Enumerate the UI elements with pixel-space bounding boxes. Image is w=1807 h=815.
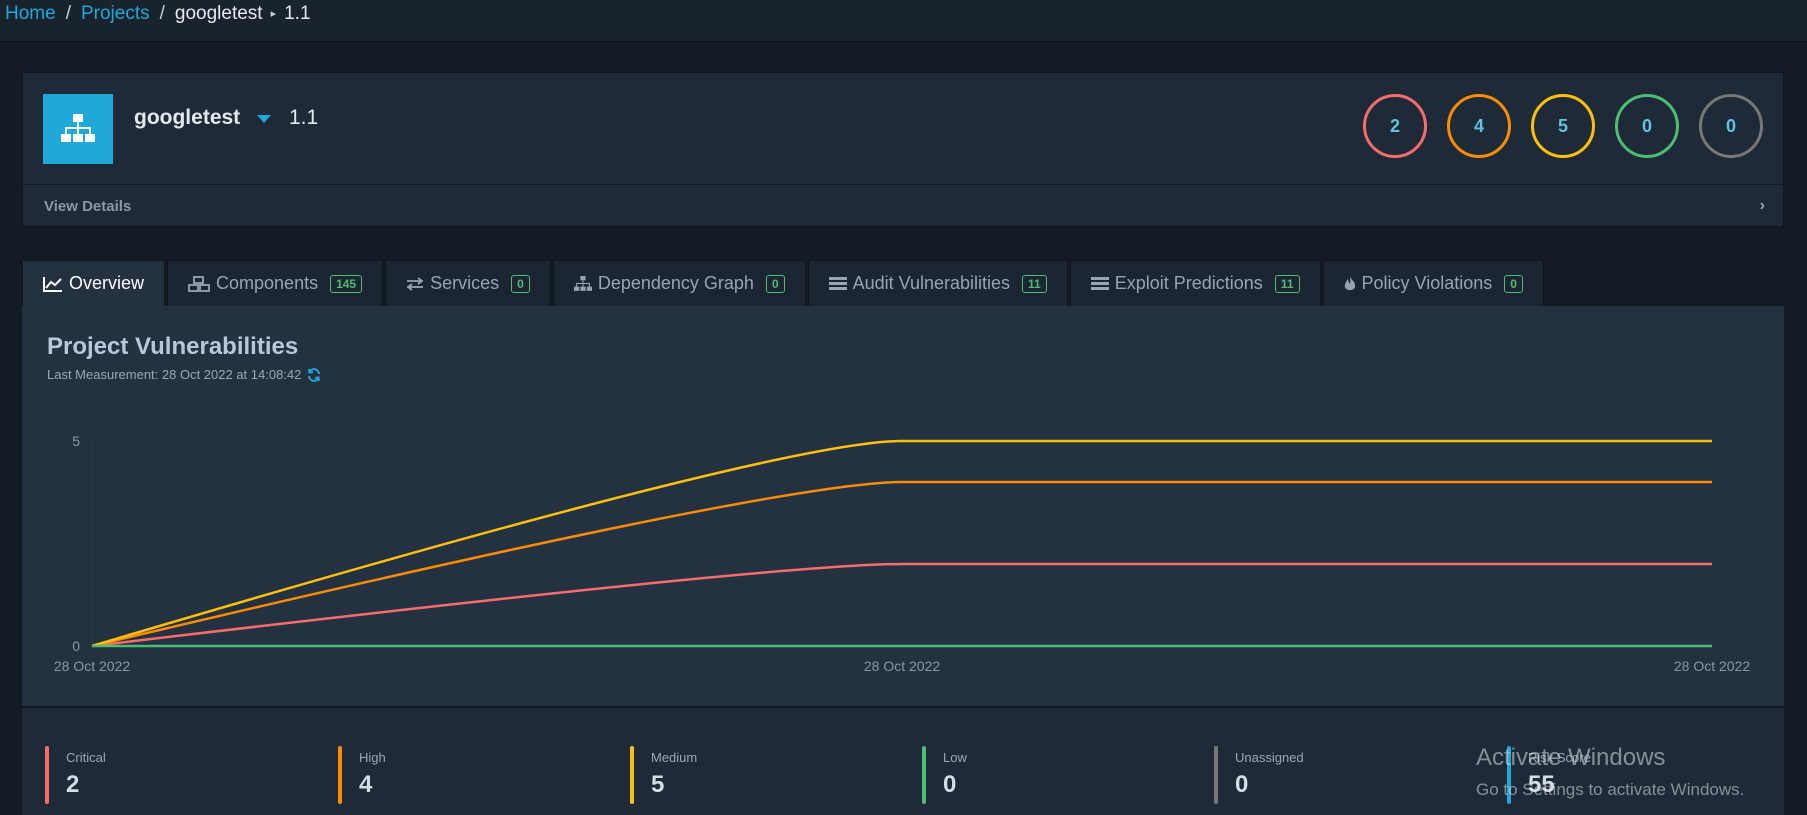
x-tick-label: 28 Oct 2022 [1674, 658, 1750, 674]
watermark-subtitle: Go to Settings to activate Windows. [1476, 780, 1745, 799]
watermark-title: Activate Windows [1476, 744, 1666, 771]
tab-label: Services [430, 273, 500, 293]
version-dropdown-caret-icon[interactable] [257, 115, 271, 123]
stat-label: Medium [651, 750, 698, 765]
stat-value: 5 [651, 771, 665, 798]
view-details-label: View Details [44, 197, 132, 215]
stat-label: Critical [66, 750, 106, 765]
tab-exploit-predictions[interactable]: Exploit Predictions 11 [1069, 260, 1321, 306]
tab-badge: 11 [1022, 274, 1047, 293]
breadcrumb: Home / Projects / googletest ▸ 1.1 [0, 0, 1807, 42]
tab-policy-violations[interactable]: Policy Violations 0 [1322, 260, 1544, 306]
stat-label: Low [943, 750, 967, 765]
unassigned-count-circle: 0 [1699, 94, 1763, 158]
breadcrumb-projects-link[interactable]: Projects [81, 3, 150, 25]
project-version[interactable]: 1.1 [289, 106, 318, 130]
tab-badge: 0 [511, 274, 530, 293]
series-line-critical [91, 562, 1712, 648]
x-tick-label: 28 Oct 2022 [54, 658, 130, 674]
windows-activation-watermark: Activate Windows Go to Settings to activ… [1476, 744, 1744, 800]
tasks-icon [1090, 276, 1109, 290]
stat-label: Unassigned [1235, 750, 1304, 765]
tab-label: Components [216, 273, 319, 293]
series-line-medium [91, 439, 1712, 648]
tab-label: Audit Vulnerabilities [852, 273, 1011, 293]
tab-label: Overview [69, 273, 145, 293]
critical-count-circle: 2 [1363, 94, 1427, 158]
tab-label: Dependency Graph [597, 273, 754, 293]
stat-color-bar [338, 746, 342, 804]
vulnerability-chart: 0 5 28 Oct 2022 28 Oct 2022 28 Oct 2022 [54, 433, 1750, 674]
tab-dependency-graph[interactable]: Dependency Graph 0 [552, 260, 806, 306]
chevron-right-icon: › [1759, 197, 1765, 214]
exchange-icon [406, 276, 424, 291]
sitemap-icon [43, 94, 113, 164]
project-name: googletest [134, 106, 241, 129]
x-tick-label: 28 Oct 2022 [864, 658, 940, 674]
stat-unassigned: Unassigned 0 [1214, 746, 1304, 804]
breadcrumb-version: 1.1 [284, 2, 311, 24]
y-tick-label: 0 [72, 638, 80, 654]
breadcrumb-project: googletest [174, 2, 263, 24]
stat-value: 4 [359, 771, 373, 798]
project-tabs: Overview Components 145 Services 0 Depen… [22, 260, 1546, 306]
breadcrumb-arrow-icon: ▸ [270, 8, 277, 20]
tab-badge: 0 [765, 274, 785, 293]
cubes-icon [188, 275, 210, 292]
tab-label: Exploit Predictions [1114, 273, 1263, 293]
tab-audit-vulnerabilities[interactable]: Audit Vulnerabilities 11 [807, 260, 1068, 306]
sitemap-icon [573, 275, 592, 291]
tab-components[interactable]: Components 145 [167, 260, 384, 306]
breadcrumb-separator: / [65, 2, 71, 24]
overview-panel: Project Vulnerabilities Last Measurement… [22, 306, 1784, 706]
stat-high: High 4 [338, 746, 386, 804]
medium-count-circle: 5 [1531, 94, 1595, 158]
stat-color-bar [45, 746, 49, 804]
low-count-circle: 0 [1615, 94, 1679, 158]
stat-low: Low 0 [922, 746, 967, 804]
stat-medium: Medium 5 [630, 746, 697, 804]
stat-critical: Critical 2 [45, 746, 106, 804]
line-chart-icon [43, 276, 62, 292]
breadcrumb-home-link[interactable]: Home [5, 3, 56, 25]
tab-badge: 0 [1504, 274, 1523, 293]
stat-color-bar [1214, 746, 1218, 804]
fire-icon [1344, 275, 1355, 290]
tab-label: Policy Violations [1361, 273, 1493, 293]
stat-value: 0 [943, 771, 957, 798]
high-count-circle: 4 [1447, 94, 1511, 158]
stat-value: 0 [1235, 771, 1249, 798]
tab-services[interactable]: Services 0 [385, 260, 551, 306]
view-details-button[interactable]: View Details › [23, 184, 1783, 227]
project-header-card: googletest 1.1 2 4 5 0 0 View Details › [22, 72, 1784, 227]
tab-badge: 145 [330, 274, 363, 293]
stat-label: High [359, 750, 386, 765]
breadcrumb-separator: / [159, 2, 165, 24]
stat-color-bar [630, 746, 634, 804]
severity-circles: 2 4 5 0 0 [1363, 94, 1763, 158]
tasks-icon [828, 276, 847, 290]
tab-overview[interactable]: Overview [22, 260, 166, 306]
y-tick-label: 5 [72, 433, 80, 449]
stat-value: 2 [66, 771, 80, 798]
tab-badge: 11 [1274, 274, 1300, 293]
stat-color-bar [922, 746, 926, 804]
